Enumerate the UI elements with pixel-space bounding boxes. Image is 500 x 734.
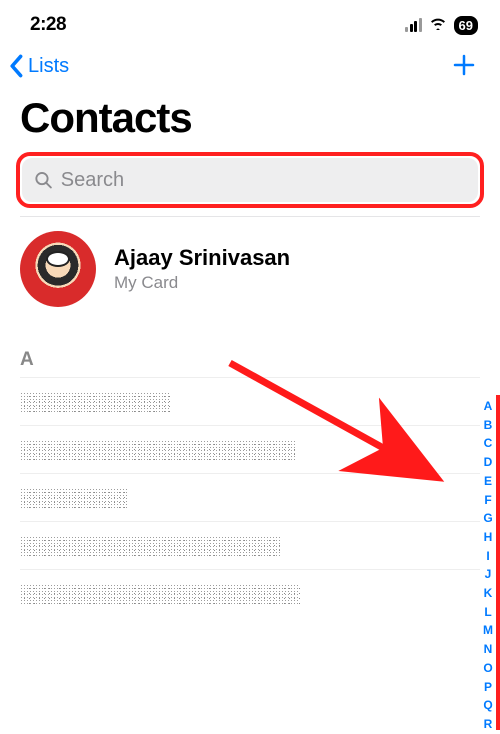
- index-letter[interactable]: G: [483, 509, 492, 528]
- status-indicators: 69: [404, 16, 478, 35]
- list-item[interactable]: [20, 569, 480, 617]
- index-letter[interactable]: C: [484, 434, 493, 453]
- index-letter[interactable]: B: [484, 416, 493, 435]
- index-letter[interactable]: K: [484, 584, 493, 603]
- index-letter[interactable]: E: [484, 472, 492, 491]
- battery-level: 69: [459, 18, 473, 33]
- index-letter[interactable]: I: [486, 547, 489, 566]
- cellular-icon: [404, 18, 422, 32]
- contacts-list: [0, 377, 500, 617]
- index-letter[interactable]: O: [483, 659, 492, 678]
- list-item[interactable]: [20, 473, 480, 521]
- index-letter[interactable]: J: [485, 565, 492, 584]
- nav-bar: Lists: [0, 44, 500, 88]
- list-item[interactable]: [20, 377, 480, 425]
- status-time: 2:28: [30, 14, 66, 36]
- index-bar[interactable]: ABCDEFGHIJKLMNOPQR: [480, 395, 500, 730]
- search-icon: [34, 170, 53, 190]
- list-item[interactable]: [20, 425, 480, 473]
- index-letter[interactable]: Q: [483, 696, 492, 715]
- index-letter[interactable]: N: [484, 640, 493, 659]
- my-card[interactable]: Ajaay Srinivasan My Card: [0, 217, 500, 321]
- search-input[interactable]: [61, 169, 466, 192]
- index-letter[interactable]: A: [484, 397, 493, 416]
- add-button[interactable]: [448, 48, 480, 85]
- index-letter[interactable]: F: [484, 491, 491, 510]
- search-field[interactable]: [22, 158, 478, 202]
- index-letter[interactable]: M: [483, 621, 493, 640]
- chevron-left-icon: [8, 54, 26, 78]
- index-letter[interactable]: P: [484, 678, 492, 697]
- avatar: [20, 231, 96, 307]
- status-bar: 2:28 69: [0, 0, 500, 44]
- index-letter[interactable]: D: [484, 453, 493, 472]
- plus-icon: [452, 53, 476, 77]
- index-letter[interactable]: R: [484, 715, 493, 734]
- wifi-icon: [428, 16, 448, 35]
- index-letter[interactable]: H: [484, 528, 493, 547]
- back-label: Lists: [28, 55, 69, 78]
- back-button[interactable]: Lists: [8, 54, 69, 78]
- list-item[interactable]: [20, 521, 480, 569]
- search-highlight: [16, 152, 484, 208]
- my-card-subtitle: My Card: [114, 273, 290, 293]
- index-letter[interactable]: L: [484, 603, 491, 622]
- my-card-name: Ajaay Srinivasan: [114, 245, 290, 271]
- section-header: A: [0, 321, 500, 377]
- battery-icon: 69: [454, 16, 478, 35]
- page-title: Contacts: [0, 88, 500, 152]
